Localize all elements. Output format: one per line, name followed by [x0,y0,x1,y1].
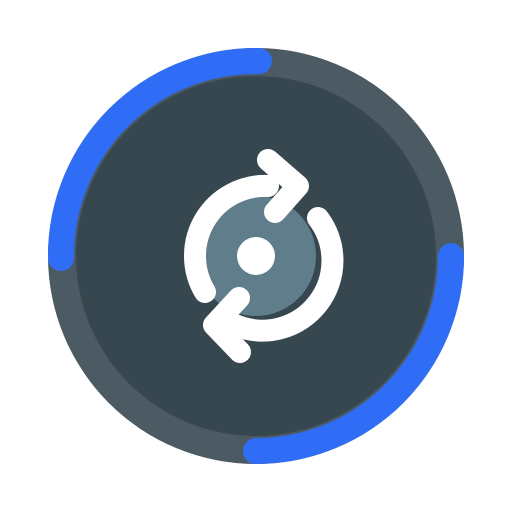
center-hole [237,237,275,275]
app-icon [0,0,512,512]
sync-disc-icon [47,47,464,464]
